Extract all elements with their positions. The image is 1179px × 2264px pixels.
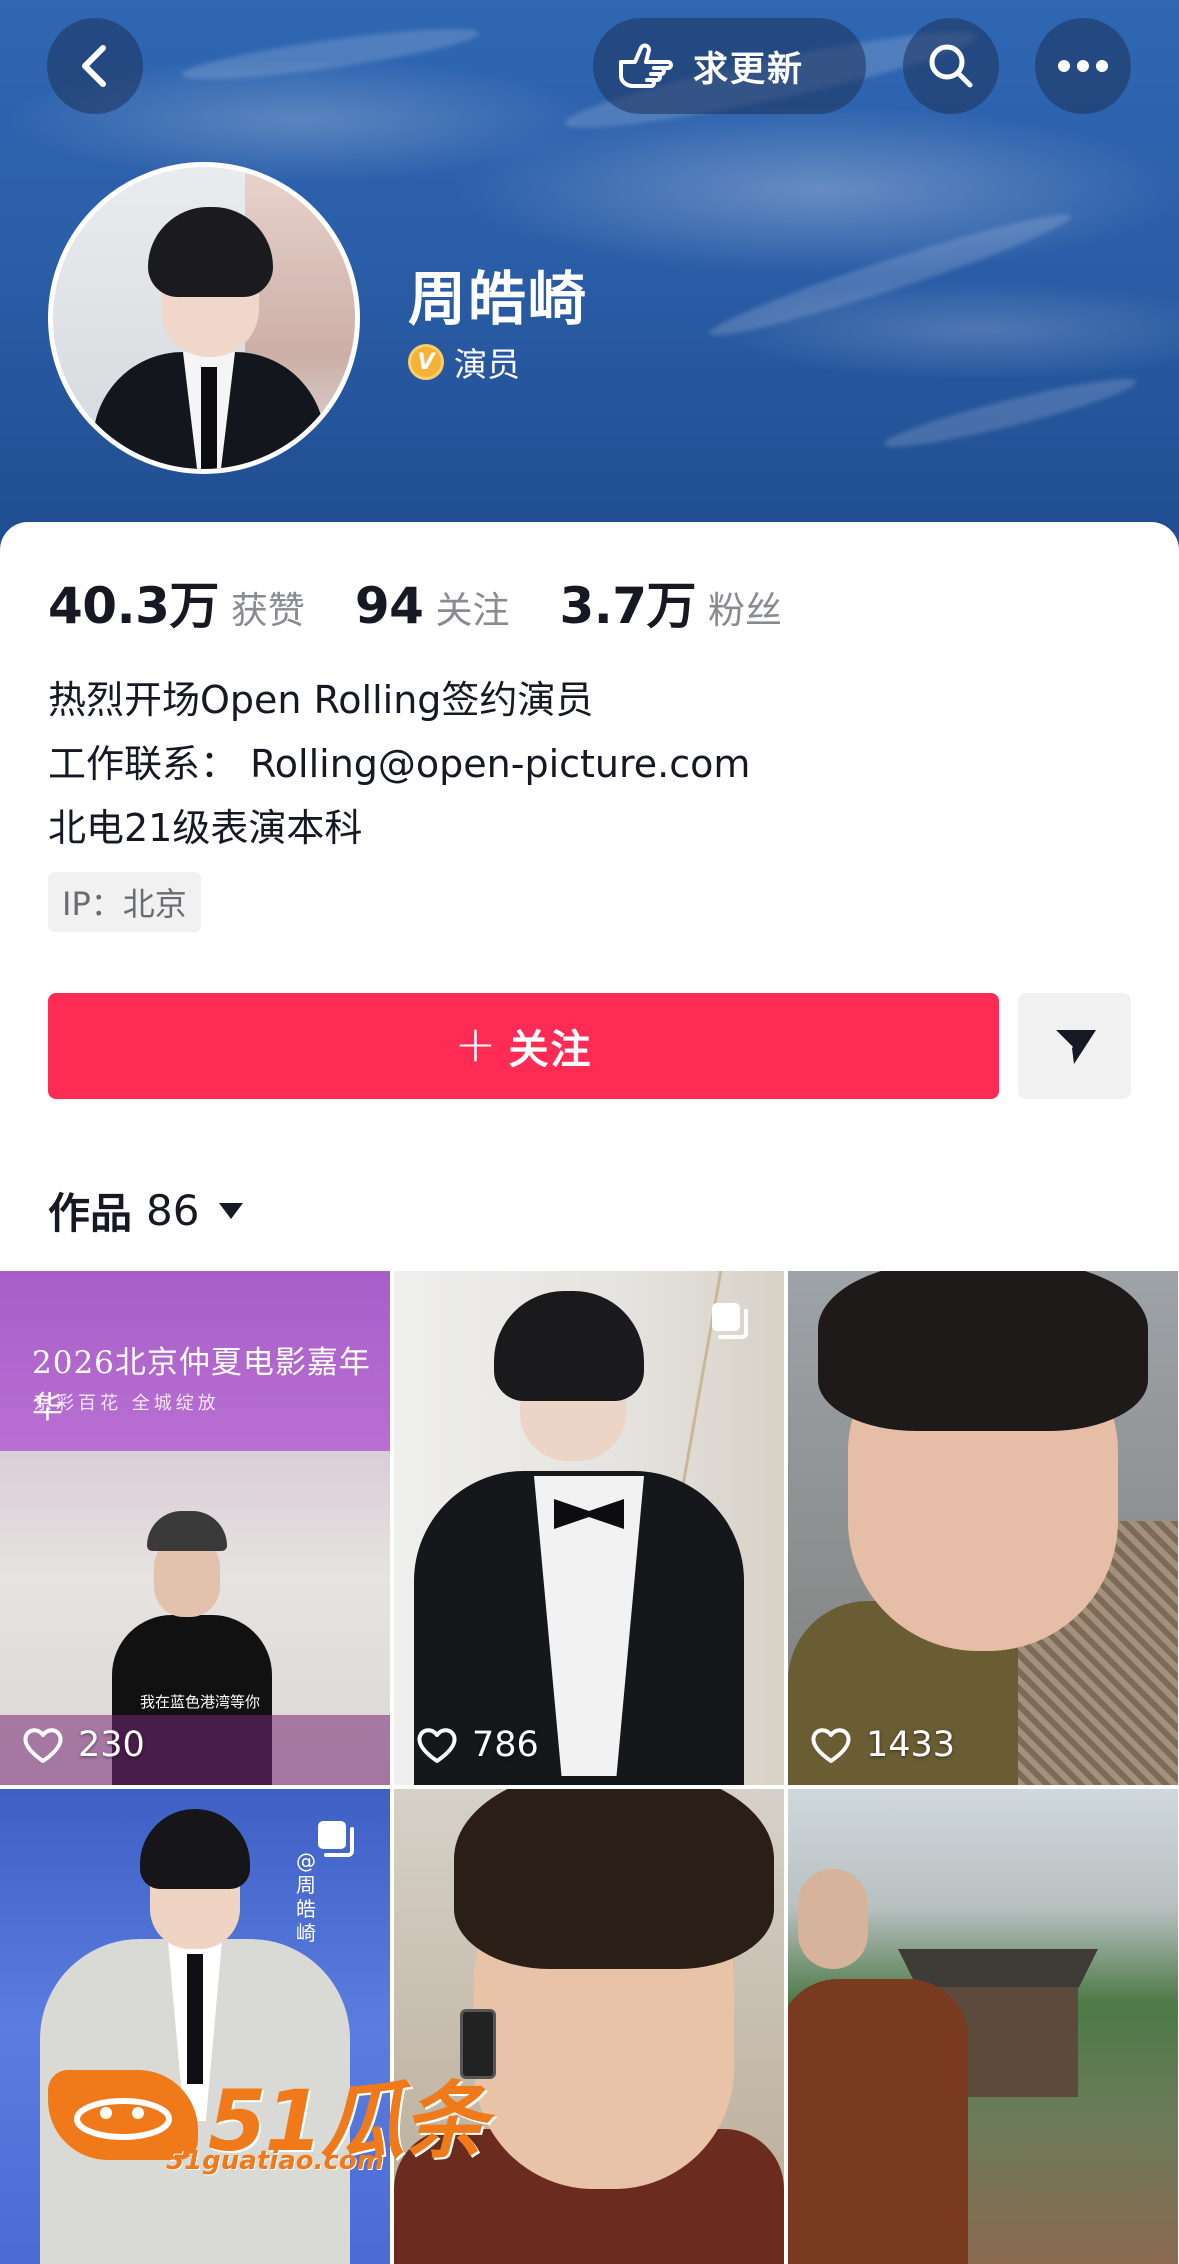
verified-badge-icon: V — [408, 344, 444, 380]
video-tile[interactable]: 786 — [394, 1271, 784, 1785]
send-arrow-icon — [1052, 1028, 1096, 1064]
bio-line: 热烈开场Open Rolling签约演员 — [48, 678, 594, 722]
more-dots-icon — [1058, 60, 1108, 72]
stat-following[interactable]: 94 关注 — [355, 577, 510, 635]
request-update-label: 求更新 — [693, 49, 805, 90]
video-tile[interactable]: 2026北京仲夏电影嘉年华 京彩百花 全城绽放 我在蓝色港湾等你 230 — [0, 1271, 390, 1785]
stat-label: 关注 — [435, 589, 510, 632]
video-tile[interactable] — [394, 1789, 784, 2264]
follow-label: 关注 — [508, 1027, 593, 1073]
stats-row: 40.3万 获赞 94 关注 3.7万 粉丝 — [48, 566, 832, 638]
back-button[interactable] — [47, 18, 143, 114]
works-tab[interactable]: 作品 86 — [48, 1180, 244, 1241]
ip-location-tag: IP：北京 — [48, 872, 201, 932]
pointing-hand-icon — [619, 43, 673, 88]
chevron-left-icon — [82, 45, 106, 87]
works-count: 86 — [146, 1186, 200, 1235]
video-caption: 我在蓝色港湾等你 — [140, 1693, 261, 1711]
profile-name: 周皓崎 — [408, 265, 589, 333]
multi-image-icon — [712, 1303, 748, 1339]
heart-icon — [811, 1728, 851, 1763]
verified-title: 演员 — [454, 345, 520, 384]
stat-value: 3.7万 — [559, 577, 697, 635]
request-update-button[interactable]: 求更新 — [593, 18, 866, 114]
works-label: 作品 — [48, 1189, 133, 1238]
avatar[interactable] — [48, 162, 360, 474]
stat-value: 94 — [354, 577, 424, 635]
search-icon — [929, 44, 973, 88]
more-button[interactable] — [1035, 18, 1131, 114]
stat-label: 粉丝 — [708, 589, 783, 632]
heart-icon — [23, 1728, 63, 1763]
video-side-text: @周皓崎 — [296, 1849, 316, 1945]
bio: 热烈开场Open Rolling签约演员 工作联系： Rolling@open-… — [48, 668, 750, 860]
video-tile[interactable]: 1433 — [788, 1271, 1178, 1785]
multi-image-icon — [318, 1821, 354, 1857]
watermark: 51瓜条 51guatiao.com — [48, 2054, 487, 2176]
like-count: 786 — [416, 1725, 539, 1765]
stat-likes: 40.3万 获赞 — [48, 566, 305, 638]
video-tile[interactable]: @周皓崎 — [0, 1789, 390, 2264]
bio-line: 工作联系： Rolling@open-picture.com — [48, 742, 751, 786]
video-tile[interactable] — [788, 1789, 1178, 2264]
stat-label: 获赞 — [230, 589, 305, 632]
share-button[interactable] — [1018, 993, 1131, 1099]
follow-button[interactable]: + 关注 — [48, 993, 999, 1099]
verified-row: V 演员 — [408, 338, 520, 386]
stat-followers[interactable]: 3.7万 粉丝 — [559, 566, 782, 638]
watermark-url: 51guatiao.com — [166, 2146, 384, 2176]
promo-subtitle: 京彩百花 全城绽放 — [34, 1393, 220, 1414]
like-count: 1433 — [810, 1725, 955, 1765]
plus-icon: + — [454, 1015, 499, 1073]
dropdown-caret-icon — [219, 1202, 244, 1219]
bio-line: 北电21级表演本科 — [48, 806, 363, 850]
search-button[interactable] — [903, 18, 999, 114]
heart-icon — [417, 1728, 457, 1763]
stat-value: 40.3万 — [48, 577, 219, 635]
like-count: 230 — [22, 1725, 145, 1765]
